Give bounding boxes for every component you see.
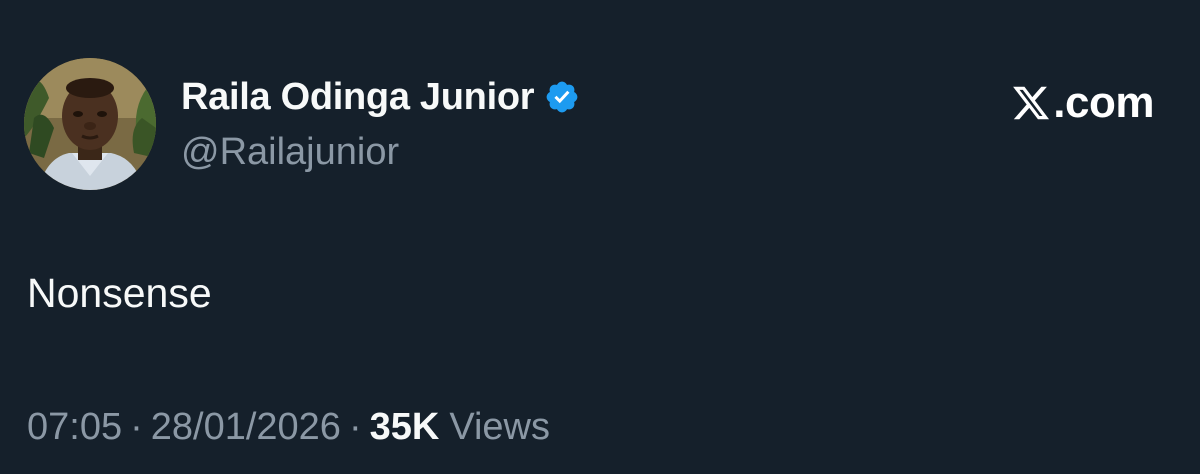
tweet-meta: 07:05 · 28/01/2026 · 35K Views: [27, 402, 550, 452]
meta-separator: ·: [348, 405, 362, 448]
verified-badge-icon: [544, 79, 580, 115]
meta-separator: ·: [130, 405, 143, 448]
tweet-time[interactable]: 07:05: [27, 406, 122, 449]
display-name-row: Raila Odinga Junior: [181, 74, 580, 120]
avatar[interactable]: [24, 58, 156, 190]
x-logo-icon: [1011, 83, 1051, 123]
tweet-card: Raila Odinga Junior @Railajunior .com No…: [0, 0, 1200, 474]
profile-photo: [24, 58, 156, 190]
views-label: Views: [449, 405, 550, 448]
tweet-text: Nonsense: [27, 270, 212, 316]
user-handle[interactable]: @Railajunior: [181, 131, 399, 174]
tweet-date[interactable]: 28/01/2026: [151, 406, 341, 449]
display-name[interactable]: Raila Odinga Junior: [181, 76, 535, 119]
site-domain: .com: [1053, 78, 1154, 127]
site-label: .com: [1011, 78, 1154, 128]
view-count: 35K: [369, 405, 440, 448]
